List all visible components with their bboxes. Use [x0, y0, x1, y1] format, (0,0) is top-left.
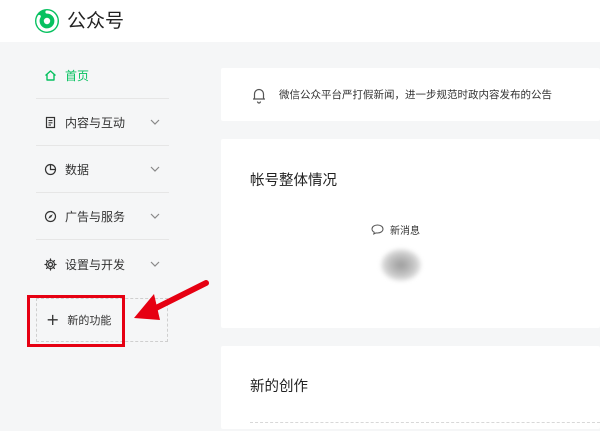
brand-name[interactable]: 公众号: [67, 8, 124, 34]
notice-card[interactable]: 微信公众平台严打假新闻，进一步规范时政内容发布的公告: [221, 68, 600, 121]
bell-icon: [253, 88, 265, 104]
chevron-down-icon[interactable]: [149, 258, 161, 270]
chevron-down-icon[interactable]: [149, 116, 161, 128]
section-title: 帐号整体情况: [250, 173, 337, 189]
sidebar-item-label: 设置与开发: [65, 257, 126, 272]
chevron-down-icon[interactable]: [149, 210, 161, 222]
sidebar-item-label: 广告与服务: [65, 209, 126, 224]
sidebar-item-content-interaction[interactable]: 内容与互动: [36, 99, 169, 146]
highlight-box: [27, 295, 125, 347]
new-creation-card: 新的创作: [221, 346, 600, 429]
sidebar-item-label: 内容与互动: [65, 115, 126, 130]
sidebar-item-label: 数据: [65, 162, 90, 177]
red-arrow-icon: [134, 280, 209, 320]
document-icon: [43, 115, 57, 129]
home-icon: [43, 68, 57, 82]
sidebar-item-data[interactable]: 数据: [36, 146, 169, 193]
top-bar: 公众号: [0, 0, 600, 42]
compass-icon: [43, 209, 57, 223]
pie-chart-icon: [43, 162, 57, 176]
section-title: 新的创作: [250, 379, 308, 395]
chevron-down-icon[interactable]: [149, 163, 161, 175]
sidebar-item-label: 首页: [65, 68, 90, 83]
notice-text[interactable]: 微信公众平台严打假新闻，进一步规范时政内容发布的公告: [279, 87, 552, 102]
creation-placeholder-row: [250, 422, 600, 431]
sidebar-item-home[interactable]: 首页: [36, 52, 169, 99]
new-message-label: 新消息: [390, 226, 420, 237]
new-message-indicator[interactable]: 新消息: [371, 222, 420, 237]
new-message-count-blurred: [381, 249, 421, 281]
wechat-official-account-logo-icon[interactable]: [34, 8, 60, 34]
sidebar-item-ads-services[interactable]: 广告与服务: [36, 193, 169, 240]
account-overview-card: 帐号整体情况 新消息: [221, 139, 600, 328]
chat-bubble-icon: [371, 224, 384, 235]
gear-icon: [43, 257, 57, 271]
